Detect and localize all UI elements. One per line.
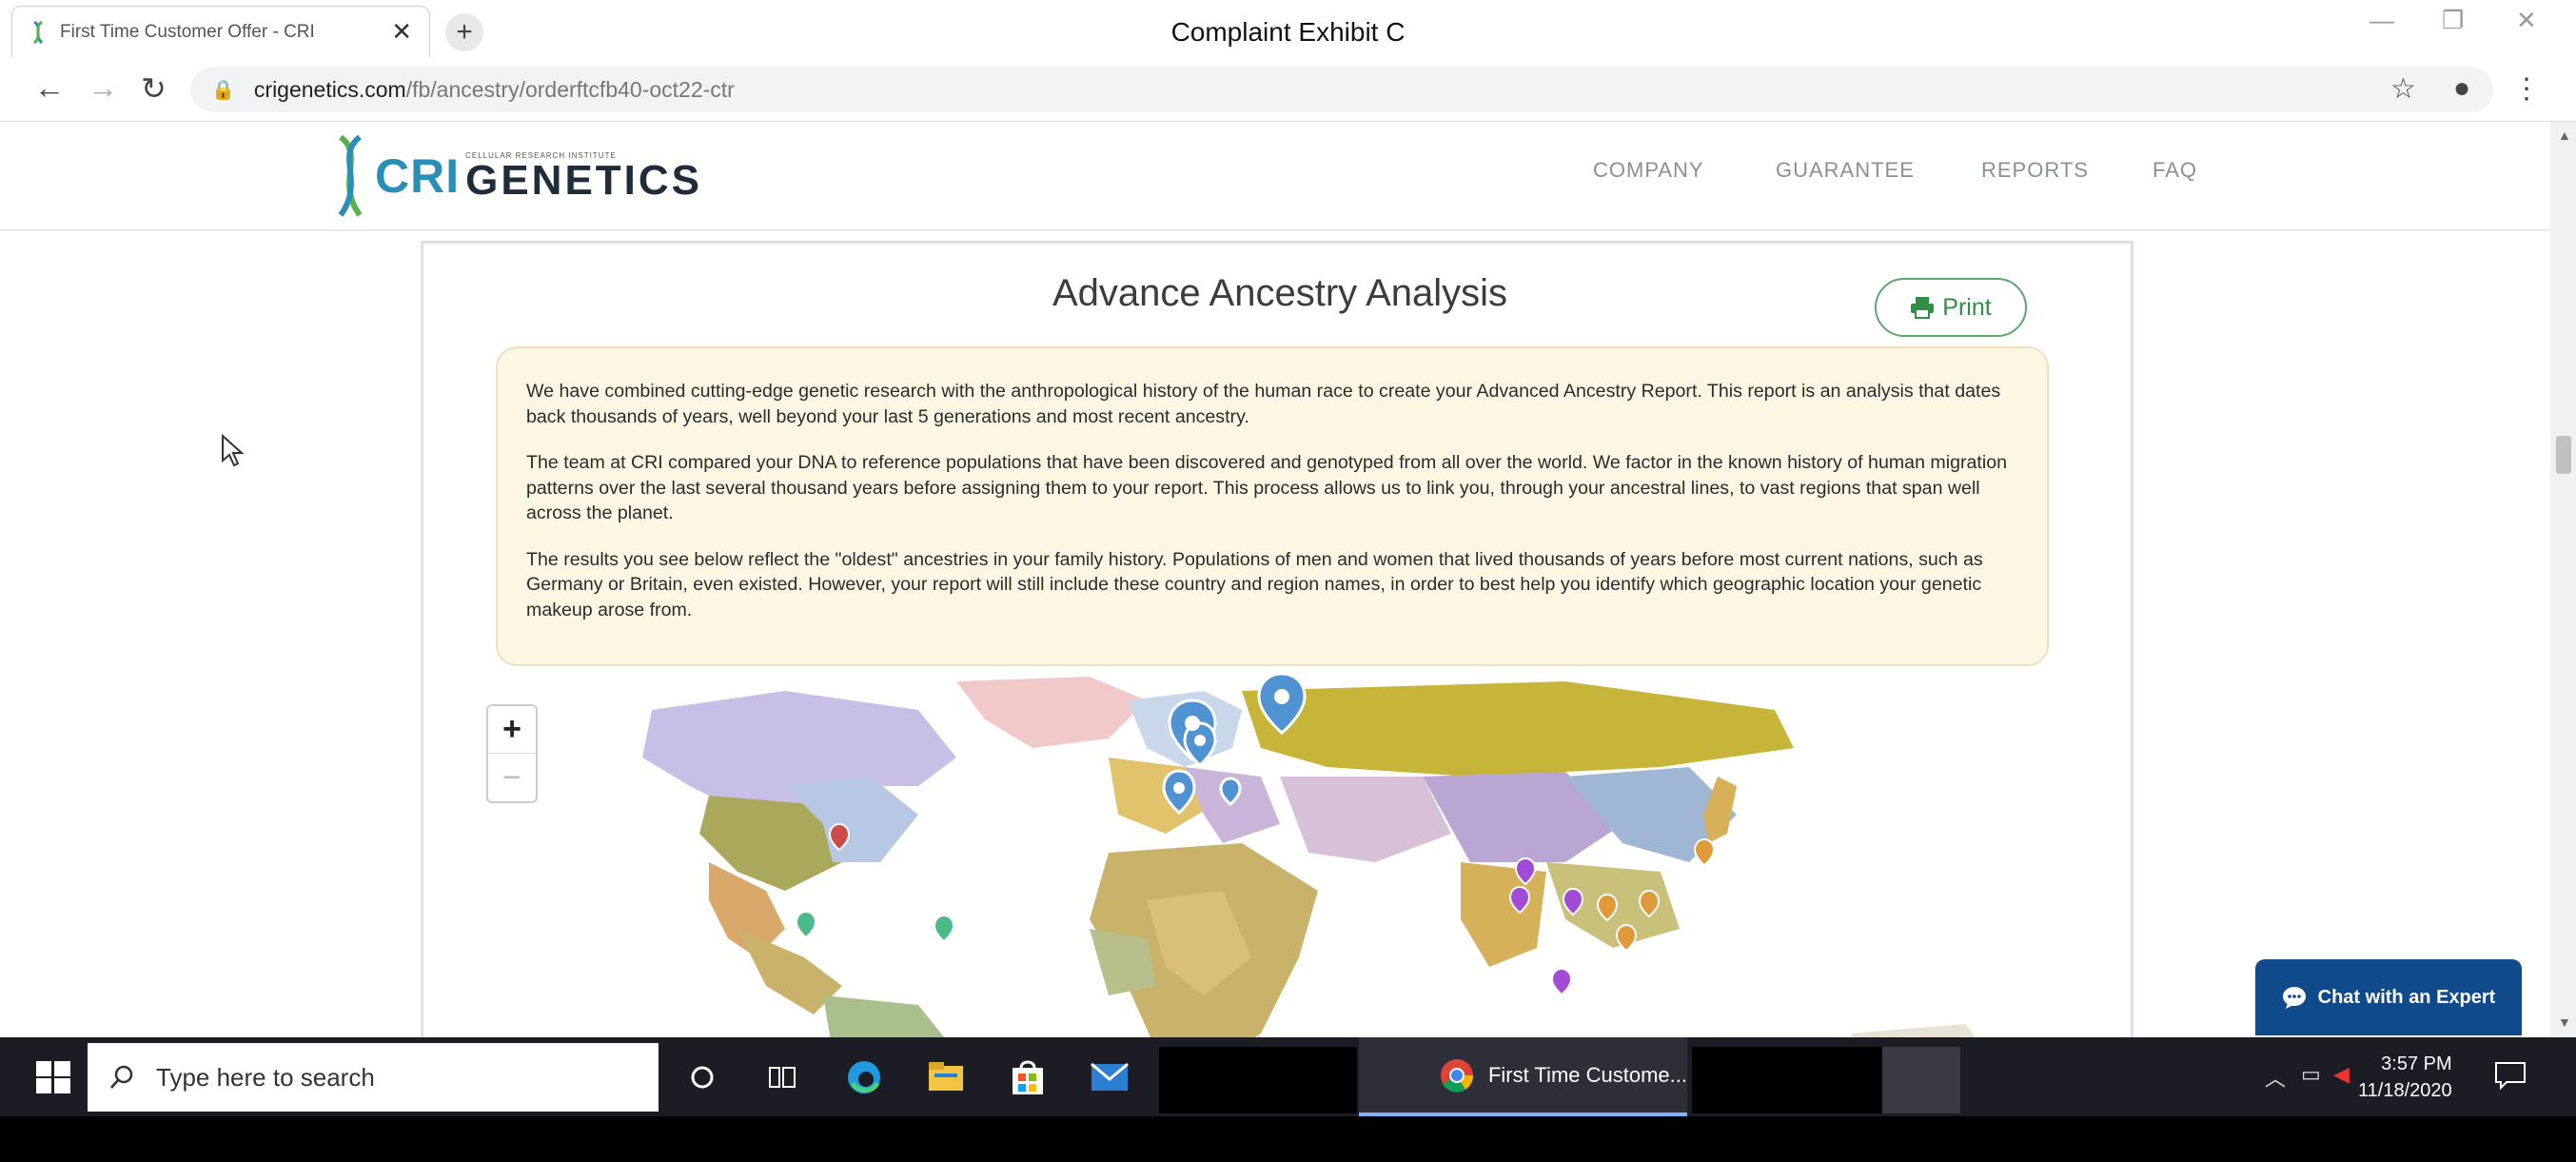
chrome-icon [1440,1058,1473,1093]
nav-company[interactable]: COMPANY [1593,158,1704,183]
screenshot-root: First Time Customer Offer - CRI ✕ + — ❐ … [0,0,2576,1162]
url-host: crigenetics.com [253,76,406,102]
scrollbar-thumb[interactable] [2556,436,2571,474]
bottom-bar [0,1116,2576,1162]
ancestry-report-card: Advance Ancestry Analysis Print We have … [421,241,2134,1037]
bookmark-star-icon[interactable]: ☆ [2390,72,2416,106]
search-placeholder: Type here to search [156,1062,375,1092]
clock-time: 3:57 PM [2381,1054,2452,1074]
nav-guarantee[interactable]: GUARANTEE [1776,158,1915,183]
ancestry-world-map[interactable]: + − [423,672,2131,1037]
url-path: /fb/ancestry/orderftcfb40-oct22-ctr [405,76,735,102]
chrome-task-label: First Time Custome... [1487,1062,1687,1087]
back-arrow-icon[interactable]: ← [34,70,65,106]
mail-icon[interactable] [1089,1056,1131,1098]
zoom-in-button[interactable]: + [488,706,536,754]
lock-icon: 🔒 [211,79,235,101]
site-header: CRI CELLULAR RESEARCH INSTITUTE GENETICS… [0,122,2550,231]
forward-arrow-icon[interactable]: → [88,70,118,106]
reload-icon[interactable]: ↻ [141,70,167,107]
windows-taskbar: Type here to search First Time Custome..… [0,1037,2576,1116]
volume-muted-icon[interactable]: ◀ [2333,1062,2350,1087]
task-view-icon[interactable] [761,1056,803,1098]
profile-icon[interactable]: ● [2453,72,2470,105]
taskbar-empty-slot [1882,1047,1960,1113]
map-zoom-control: + − [486,704,538,803]
logo-cri-text: CRI [375,149,461,203]
print-button[interactable]: Print [1875,278,2027,337]
action-center-icon[interactable] [2493,1060,2527,1091]
edge-browser-icon[interactable] [843,1056,885,1098]
nav-reports[interactable]: REPORTS [1981,158,2089,183]
store-icon[interactable] [1007,1056,1049,1098]
clock-date: 11/18/2020 [2358,1080,2452,1101]
chat-label: Chat with an Expert [2317,986,2496,1008]
tray-chevron-up-icon[interactable]: ︿ [2265,1062,2286,1093]
nav-faq[interactable]: FAQ [2153,158,2197,183]
chat-with-expert-button[interactable]: Chat with an Expert [2255,959,2522,1035]
intro-box: We have combined cutting-edge genetic re… [496,346,2049,666]
menu-dots-icon[interactable]: ⋮ [2512,72,2541,106]
page-viewport: CRI CELLULAR RESEARCH INSTITUTE GENETICS… [0,122,2550,1037]
cri-genetics-logo[interactable]: CRI CELLULAR RESEARCH INSTITUTE GENETICS [331,133,702,219]
exhibit-label: Complaint Exhibit C [1170,17,1406,47]
network-icon[interactable]: ▭ [2301,1062,2321,1087]
search-icon [110,1065,133,1089]
browser-toolbar: ← → ↻ 🔒 crigenetics.com/fb/ancestry/orde… [0,57,2576,122]
intro-paragraph-2: The team at CRI compared your DNA to ref… [526,452,2007,523]
print-label: Print [1942,293,1992,321]
redaction-box-1 [1159,1047,1357,1113]
cortana-icon[interactable] [681,1056,723,1098]
page-scrollbar[interactable]: ▲ ▼ [2550,122,2576,1037]
intro-paragraph-1: We have combined cutting-edge genetic re… [526,381,2001,427]
taskbar-clock[interactable]: 3:57 PM 11/18/2020 [2358,1051,2452,1104]
logo-genetics-text: GENETICS [465,156,703,204]
taskbar-search-input[interactable]: Type here to search [88,1043,659,1112]
scroll-up-arrow-icon[interactable]: ▲ [2558,128,2571,143]
dna-helix-icon [338,134,363,217]
file-explorer-icon[interactable] [925,1056,967,1098]
chat-bubble-icon [2282,987,2306,1009]
address-bar[interactable]: 🔒 crigenetics.com/fb/ancestry/orderftcfb… [190,67,2493,112]
redaction-box-2 [1692,1047,1882,1113]
zoom-out-button[interactable]: − [488,754,536,801]
windows-start-icon[interactable] [34,1058,72,1096]
intro-paragraph-3: The results you see below reflect the "o… [526,548,1983,620]
chrome-taskbar-button[interactable]: First Time Custome... [1359,1037,1687,1116]
url-text: crigenetics.com/fb/ancestry/orderftcfb40… [254,77,735,103]
printer-icon [1911,297,1935,319]
mouse-cursor-icon [222,434,245,467]
world-map-graphic [642,672,1976,1037]
scroll-down-arrow-icon[interactable]: ▼ [2558,1014,2571,1030]
